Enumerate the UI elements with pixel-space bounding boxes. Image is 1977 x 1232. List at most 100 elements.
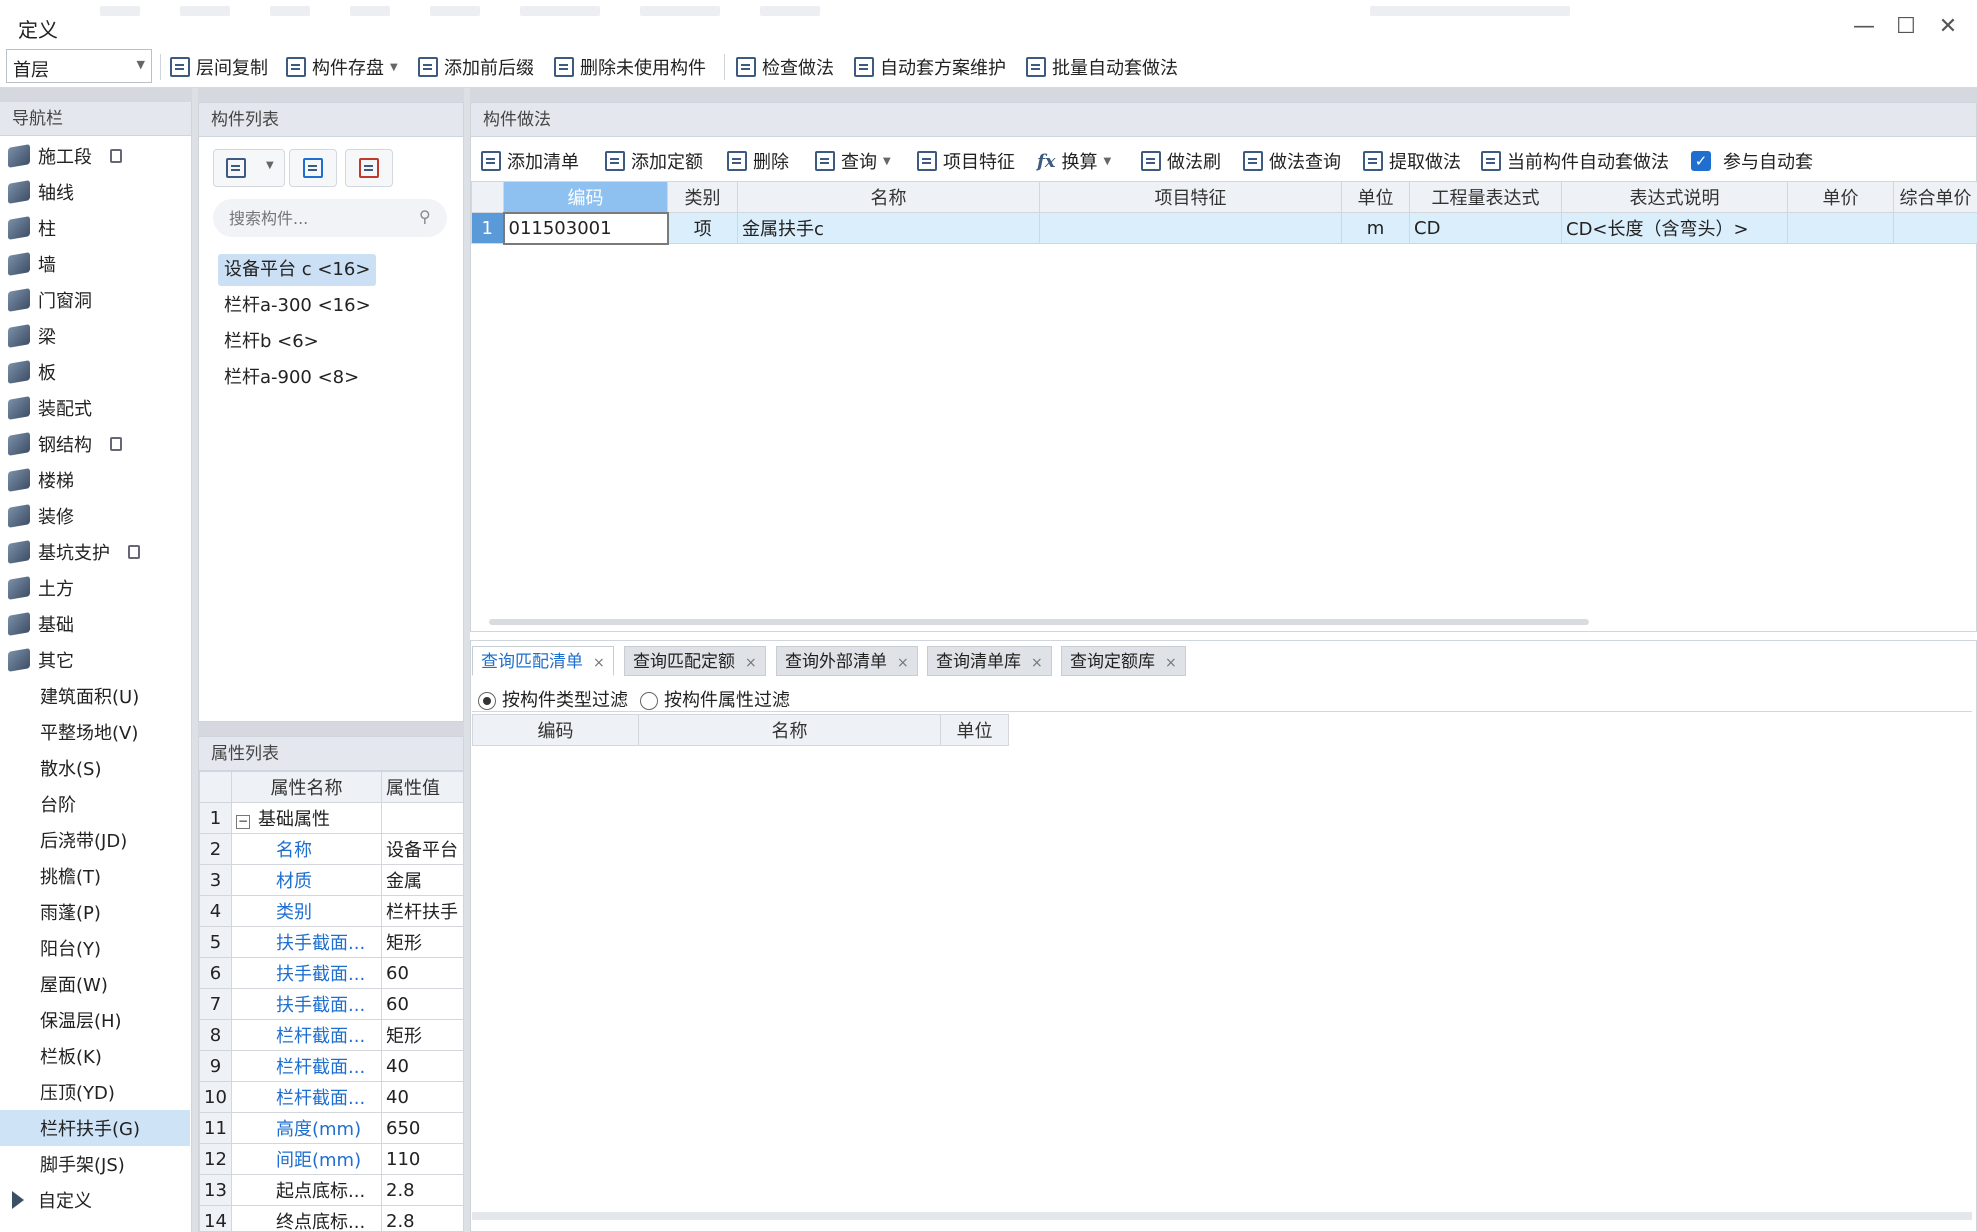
property-row[interactable]: 12 间距(mm) 110 xyxy=(199,1143,463,1175)
maximize-button[interactable]: ☐ xyxy=(1886,10,1926,44)
property-value[interactable]: 40 xyxy=(381,1081,463,1113)
query-tab[interactable]: 查询定额库 × xyxy=(1061,646,1186,676)
participate-auto-button[interactable]: ✓ 参与自动套 xyxy=(1691,147,1813,175)
method-cell-type[interactable]: 项 xyxy=(667,212,738,244)
method-cell-expr[interactable]: CD xyxy=(1409,212,1562,244)
extract-button[interactable]: 提取做法 xyxy=(1363,147,1461,175)
property-group[interactable]: − 基础属性 xyxy=(231,802,382,834)
close-button[interactable]: ✕ xyxy=(1928,10,1968,44)
filter-by-type-radio[interactable]: 按构件类型过滤 xyxy=(478,686,628,712)
property-value[interactable]: 矩形 xyxy=(381,926,463,958)
brush-button[interactable]: 做法刷 xyxy=(1141,147,1221,175)
nav-item[interactable]: 土方 xyxy=(0,570,190,606)
property-row[interactable]: 8 栏杆截面... 矩形 xyxy=(199,1019,463,1051)
query-button[interactable]: 查询 ▼ xyxy=(815,147,891,175)
method-query-button[interactable]: 做法查询 xyxy=(1243,147,1341,175)
check-method-button[interactable]: 检查做法 xyxy=(736,53,834,81)
copy-component-button[interactable] xyxy=(289,149,337,187)
floor-select[interactable]: 首层 ▼ xyxy=(6,49,152,83)
method-cell-total[interactable] xyxy=(1893,212,1977,244)
add-prefix-suffix-button[interactable]: 添加前后缀 xyxy=(418,53,534,81)
property-value[interactable]: 650 xyxy=(381,1112,463,1144)
property-row[interactable]: 2 名称 设备平台 xyxy=(199,833,463,865)
nav-item[interactable]: 墙 xyxy=(0,246,190,282)
property-row[interactable]: 9 栏杆截面... 40 xyxy=(199,1050,463,1082)
nav-item[interactable]: 梁 xyxy=(0,318,190,354)
auto-scheme-button[interactable]: 自动套方案维护 xyxy=(854,53,1006,81)
property-row[interactable]: 3 材质 金属 xyxy=(199,864,463,896)
query-tab[interactable]: 查询清单库 × xyxy=(927,646,1052,676)
nav-subitem[interactable]: 屋面(W) xyxy=(0,966,190,1002)
property-row[interactable]: 10 栏杆截面... 40 xyxy=(199,1081,463,1113)
collapse-icon[interactable]: − xyxy=(236,815,250,829)
nav-item[interactable]: 轴线 xyxy=(0,174,190,210)
component-item[interactable]: 栏杆b <6> xyxy=(218,326,325,358)
nav-item[interactable]: 门窗洞 xyxy=(0,282,190,318)
nav-item[interactable]: 装修 xyxy=(0,498,190,534)
close-tab-icon[interactable]: × xyxy=(593,655,605,671)
property-value[interactable]: 60 xyxy=(381,957,463,989)
add-quota-button[interactable]: 添加定额 xyxy=(605,147,703,175)
property-row[interactable]: 13 起点底标... 2.8 xyxy=(199,1174,463,1206)
save-component-button[interactable]: 构件存盘 ▼ xyxy=(286,53,398,81)
nav-subitem[interactable]: 栏板(K) xyxy=(0,1038,190,1074)
property-row[interactable]: 11 高度(mm) 650 xyxy=(199,1112,463,1144)
filter-by-property-radio[interactable]: 按构件属性过滤 xyxy=(640,686,790,712)
convert-button[interactable]: fx 换算 ▼ xyxy=(1037,147,1111,175)
property-value[interactable]: 栏杆扶手 xyxy=(381,895,463,927)
delete-component-button[interactable] xyxy=(345,149,393,187)
component-item[interactable]: 设备平台 c <16> xyxy=(218,254,377,286)
nav-item[interactable]: 柱 xyxy=(0,210,190,246)
nav-item[interactable]: 施工段 xyxy=(0,138,190,174)
nav-subitem[interactable]: 压顶(YD) xyxy=(0,1074,190,1110)
nav-item[interactable]: 其它 xyxy=(0,642,190,678)
batch-auto-button[interactable]: 批量自动套做法 xyxy=(1026,53,1178,81)
nav-subitem[interactable]: 建筑面积(U) xyxy=(0,678,190,714)
nav-item-custom[interactable]: 自定义 xyxy=(0,1182,190,1218)
property-value[interactable]: 设备平台 xyxy=(381,833,463,865)
nav-subitem[interactable]: 阳台(Y) xyxy=(0,930,190,966)
method-cell-price[interactable] xyxy=(1787,212,1894,244)
property-value[interactable]: 2.8 xyxy=(381,1205,463,1231)
nav-subitem[interactable]: 后浇带(JD) xyxy=(0,822,190,858)
property-row[interactable]: 6 扶手截面... 60 xyxy=(199,957,463,989)
search-input[interactable] xyxy=(229,205,409,231)
delete-button[interactable]: 删除 xyxy=(727,147,789,175)
close-tab-icon[interactable]: × xyxy=(1031,655,1043,671)
nav-subitem[interactable]: 散水(S) xyxy=(0,750,190,786)
nav-subitem[interactable]: 雨蓬(P) xyxy=(0,894,190,930)
nav-item[interactable]: 基坑支护 xyxy=(0,534,190,570)
nav-subitem[interactable]: 保温层(H) xyxy=(0,1002,190,1038)
property-row[interactable]: 7 扶手截面... 60 xyxy=(199,988,463,1020)
minimize-button[interactable]: — xyxy=(1844,10,1884,44)
query-tab[interactable]: 查询外部清单 × xyxy=(776,646,918,676)
close-tab-icon[interactable]: × xyxy=(745,655,757,671)
method-cell-feature[interactable] xyxy=(1039,212,1342,244)
nav-item[interactable]: 板 xyxy=(0,354,190,390)
nav-subitem[interactable]: 台阶 xyxy=(0,786,190,822)
property-value[interactable]: 110 xyxy=(381,1143,463,1175)
property-value[interactable]: 金属 xyxy=(381,864,463,896)
query-tab[interactable]: 查询匹配清单 × xyxy=(472,646,614,676)
method-cell-code[interactable]: 011503001 xyxy=(502,211,669,245)
property-value[interactable]: 矩形 xyxy=(381,1019,463,1051)
feature-button[interactable]: 项目特征 xyxy=(917,147,1015,175)
component-item[interactable]: 栏杆a-900 <8> xyxy=(218,362,365,394)
nav-item[interactable]: 基础 xyxy=(0,606,190,642)
close-tab-icon[interactable]: × xyxy=(897,655,909,671)
panel-splitter[interactable] xyxy=(198,722,464,736)
new-component-button[interactable]: ▼ xyxy=(213,149,285,187)
nav-item[interactable]: 楼梯 xyxy=(0,462,190,498)
property-value[interactable]: 2.8 xyxy=(381,1174,463,1206)
nav-item[interactable]: 装配式 xyxy=(0,390,190,426)
property-value[interactable]: 60 xyxy=(381,988,463,1020)
nav-subitem[interactable]: 栏杆扶手(G) xyxy=(0,1110,190,1146)
query-tab[interactable]: 查询匹配定额 × xyxy=(624,646,766,676)
close-tab-icon[interactable]: × xyxy=(1165,655,1177,671)
property-value[interactable]: 40 xyxy=(381,1050,463,1082)
nav-subitem[interactable]: 平整场地(V) xyxy=(0,714,190,750)
method-cell-name[interactable]: 金属扶手c xyxy=(737,212,1040,244)
nav-subitem[interactable]: 挑檐(T) xyxy=(0,858,190,894)
property-row[interactable]: 14 终点底标... 2.8 xyxy=(199,1205,463,1231)
method-cell-desc[interactable]: CD<长度（含弯头）> xyxy=(1561,212,1788,244)
